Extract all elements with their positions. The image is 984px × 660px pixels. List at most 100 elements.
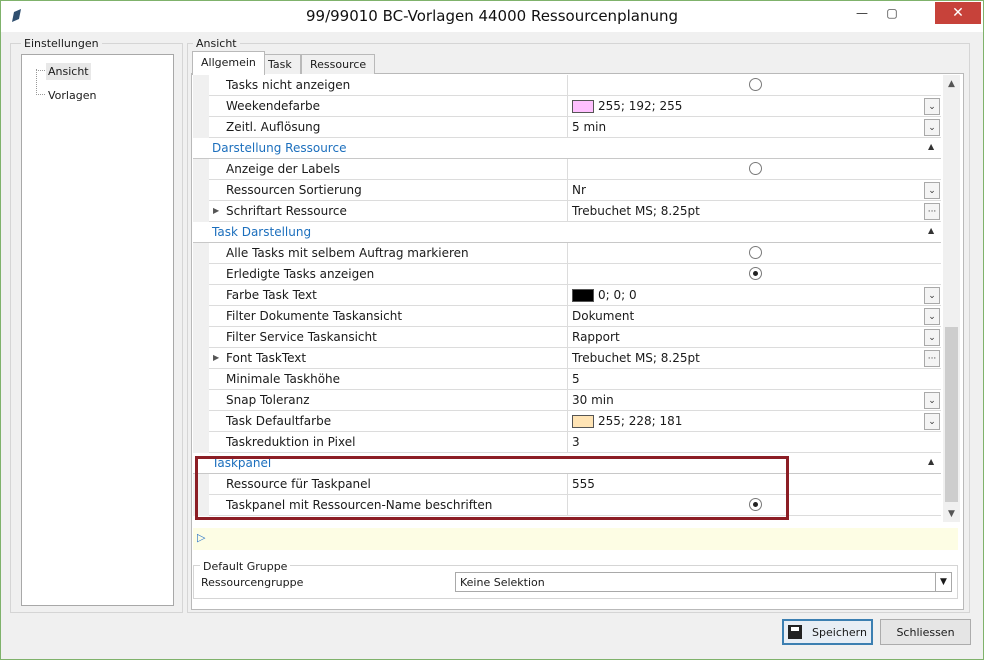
expand-icon[interactable]: ▶ (213, 353, 219, 362)
floppy-disk-icon (788, 625, 803, 639)
property-value-text: Trebuchet MS; 8.25pt (572, 351, 700, 365)
expand-triangle-icon[interactable]: ▷ (197, 531, 205, 544)
column-divider (567, 327, 568, 348)
ellipsis-button[interactable]: ··· (924, 350, 940, 367)
grid-property-row[interactable]: Taskreduktion in Pixel 3 (193, 432, 941, 453)
grid-property-row[interactable]: Filter Dokumente Taskansicht Dokument ⌄ (193, 306, 941, 327)
collapse-icon[interactable]: ▲ (928, 142, 934, 151)
grid-property-row[interactable]: Taskpanel mit Ressourcen-Name beschrifte… (193, 495, 941, 516)
vertical-scrollbar[interactable]: ▲ ▼ (943, 75, 960, 522)
property-value-text: 5 (572, 372, 580, 386)
tab-ressource[interactable]: Ressource (301, 54, 376, 74)
column-divider (567, 411, 568, 432)
grid-property-row[interactable]: Filter Service Taskansicht Rapport ⌄ (193, 327, 941, 348)
property-value[interactable]: Trebuchet MS; 8.25pt (572, 204, 700, 218)
row-indent (193, 96, 209, 117)
column-divider (567, 75, 568, 96)
title-bar[interactable]: 99/99010 BC-Vorlagen 44000 Ressourcenpla… (1, 1, 983, 32)
property-value[interactable]: Dokument (572, 309, 634, 323)
grid-property-row[interactable]: Weekendefarbe 255; 192; 255 ⌄ (193, 96, 941, 117)
tree-item-vorlagen[interactable]: Vorlagen (46, 87, 98, 104)
property-value[interactable]: 555 (572, 477, 595, 491)
radio-toggle[interactable] (749, 267, 762, 280)
save-button[interactable]: Speichern (782, 619, 873, 645)
chevron-down-icon[interactable]: ▼ (935, 573, 951, 591)
column-divider (567, 264, 568, 285)
grid-property-row[interactable]: Ressourcen Sortierung Nr ⌄ (193, 180, 941, 201)
grid-category-row[interactable]: Darstellung Ressource ▲ (193, 138, 941, 159)
column-divider (567, 390, 568, 411)
chevron-down-icon[interactable]: ⌄ (924, 329, 940, 346)
property-value[interactable]: 0; 0; 0 (572, 288, 637, 302)
property-value[interactable]: 5 (572, 372, 580, 386)
settings-group-label: Einstellungen (21, 37, 102, 50)
chevron-down-icon[interactable]: ⌄ (924, 119, 940, 136)
resource-group-select[interactable]: Keine Selektion ▼ (455, 572, 952, 592)
chevron-down-icon[interactable]: ⌄ (924, 308, 940, 325)
property-label: Zeitl. Auflösung (226, 120, 321, 134)
collapse-icon[interactable]: ▲ (928, 226, 934, 235)
radio-toggle[interactable] (749, 162, 762, 175)
close-button-label: Schliessen (896, 625, 955, 639)
grid-property-row[interactable]: Snap Toleranz 30 min ⌄ (193, 390, 941, 411)
chevron-down-icon[interactable]: ⌄ (924, 182, 940, 199)
property-value[interactable]: Rapport (572, 330, 620, 344)
ellipsis-button[interactable]: ··· (924, 203, 940, 220)
column-divider (567, 243, 568, 264)
grid-property-row[interactable]: ▶ Font TaskText Trebuchet MS; 8.25pt ··· (193, 348, 941, 369)
row-indent (193, 390, 209, 411)
property-value-text: 3 (572, 435, 580, 449)
row-indent (193, 75, 209, 96)
grid-property-row[interactable]: Erledigte Tasks anzeigen (193, 264, 941, 285)
expand-icon[interactable]: ▶ (213, 206, 219, 215)
row-indent (193, 180, 209, 201)
chevron-down-icon[interactable]: ⌄ (924, 287, 940, 304)
grid-property-row[interactable]: Alle Tasks mit selbem Auftrag markieren (193, 243, 941, 264)
row-indent (193, 201, 209, 222)
property-label: Erledigte Tasks anzeigen (226, 267, 375, 281)
color-swatch (572, 414, 594, 428)
tab-allgemein[interactable]: Allgemein (192, 51, 265, 75)
row-indent (193, 285, 209, 306)
property-value[interactable]: Nr (572, 183, 586, 197)
chevron-down-icon[interactable]: ⌄ (924, 98, 940, 115)
close-icon[interactable]: ✕ (935, 2, 981, 24)
grid-property-row[interactable]: Farbe Task Text 0; 0; 0 ⌄ (193, 285, 941, 306)
grid-property-row[interactable]: Minimale Taskhöhe 5 (193, 369, 941, 390)
property-value[interactable]: 5 min (572, 120, 606, 134)
chevron-down-icon[interactable]: ⌄ (924, 413, 940, 430)
save-button-label: Speichern (812, 625, 867, 639)
scroll-up-icon[interactable]: ▲ (943, 75, 960, 92)
property-value[interactable]: 255; 192; 255 (572, 99, 682, 113)
grid-property-row[interactable]: ▶ Schriftart Ressource Trebuchet MS; 8.25p… (193, 201, 941, 222)
row-indent (193, 432, 209, 453)
color-swatch (572, 99, 594, 113)
property-value[interactable]: 3 (572, 435, 580, 449)
chevron-down-icon[interactable]: ⌄ (924, 392, 940, 409)
close-button[interactable]: Schliessen (880, 619, 971, 645)
tab-task[interactable]: Task (259, 54, 301, 74)
restore-icon[interactable]: ▢ (877, 2, 907, 24)
grid-property-row[interactable]: Anzeige der Labels (193, 159, 941, 180)
property-value[interactable]: 255; 228; 181 (572, 414, 682, 428)
property-label: Taskpanel mit Ressourcen-Name beschrifte… (226, 498, 493, 512)
grid-category-row[interactable]: Taskpanel ▲ (193, 453, 941, 474)
radio-toggle[interactable] (749, 78, 762, 91)
scroll-thumb[interactable] (945, 327, 958, 502)
grid-property-row[interactable]: Tasks nicht anzeigen (193, 75, 941, 96)
grid-category-row[interactable]: Task Darstellung ▲ (193, 222, 941, 243)
property-value[interactable]: Trebuchet MS; 8.25pt (572, 351, 700, 365)
radio-toggle[interactable] (749, 498, 762, 511)
tree-item-ansicht[interactable]: Ansicht (46, 63, 91, 80)
column-divider (567, 117, 568, 138)
property-value[interactable]: 30 min (572, 393, 614, 407)
column-divider (567, 306, 568, 327)
minimize-icon[interactable]: — (847, 2, 877, 24)
grid-property-row[interactable]: Zeitl. Auflösung 5 min ⌄ (193, 117, 941, 138)
property-value-text: 5 min (572, 120, 607, 134)
grid-property-row[interactable]: Task Defaultfarbe 255; 228; 181 ⌄ (193, 411, 941, 432)
collapse-icon[interactable]: ▲ (928, 457, 934, 466)
radio-toggle[interactable] (749, 246, 762, 259)
grid-property-row[interactable]: Ressource für Taskpanel 555 (193, 474, 941, 495)
scroll-down-icon[interactable]: ▼ (943, 505, 960, 522)
